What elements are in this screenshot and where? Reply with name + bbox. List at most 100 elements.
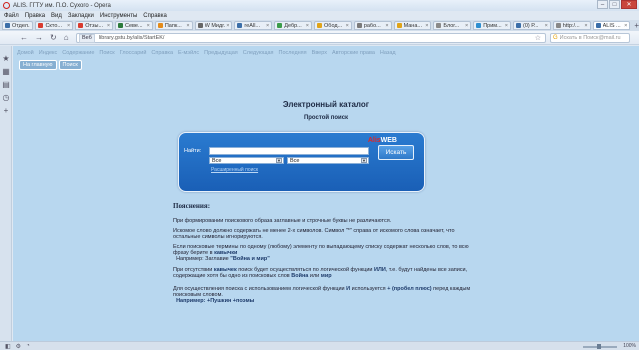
browser-tab[interactable]: Мана... × — [393, 21, 432, 30]
new-tab-icon[interactable]: + — [634, 21, 639, 30]
menu-tools[interactable]: Инструменты — [100, 13, 137, 19]
tab-close-icon[interactable]: × — [147, 23, 150, 29]
tab-label: Отзы... — [85, 22, 104, 29]
status-bar: ◧ ⚙ ◔ 100% — [0, 341, 639, 350]
menu-file[interactable]: Файл — [4, 13, 19, 19]
window-title: ALIS. ГГТУ им. П.О. Сухого - Opera — [13, 2, 111, 9]
address-field[interactable]: Веб library.gstu.by/alis/StartEK/ ☆ — [76, 33, 546, 43]
page-nav-link[interactable]: Домой — [17, 50, 34, 56]
url-text[interactable]: library.gstu.by/alis/StartEK/ — [99, 35, 165, 41]
bookmark-star-icon[interactable]: ☆ — [535, 34, 541, 42]
query-input[interactable] — [209, 147, 369, 155]
tab-close-icon[interactable]: × — [306, 23, 309, 29]
explain-text: или — [309, 273, 320, 279]
bookmarks-star-icon[interactable]: ★ — [0, 54, 12, 63]
chevron-down-icon[interactable]: ▼ — [276, 158, 282, 163]
settings-icon[interactable]: ⚙ — [16, 343, 21, 350]
page-nav-link[interactable]: Последняя — [279, 50, 307, 56]
widgets-icon[interactable]: ▦ — [0, 67, 12, 76]
page-nav-link[interactable]: Содержание — [62, 50, 94, 56]
tab-close-icon[interactable]: × — [266, 23, 269, 29]
site-badge[interactable]: Веб — [79, 33, 95, 43]
menu-help[interactable]: Справка — [143, 13, 167, 19]
tab-close-icon[interactable]: × — [107, 23, 110, 29]
browser-tab[interactable]: рабо... × — [353, 21, 392, 30]
close-button[interactable]: ✕ — [621, 0, 637, 9]
chevron-down-icon[interactable]: ▼ — [361, 158, 367, 163]
tab-label: (0) Р... — [523, 22, 539, 29]
zoom-level[interactable]: 100% — [623, 343, 636, 349]
tab-close-icon[interactable]: × — [465, 23, 468, 29]
browser-tab[interactable]: Севе... × — [115, 21, 153, 30]
notes-icon[interactable]: ▤ — [0, 80, 12, 89]
browser-tab[interactable]: Блог... × — [433, 21, 472, 30]
browser-tab-active[interactable]: ALIS ... × — [592, 21, 631, 30]
add-panel-icon[interactable]: + — [0, 106, 12, 115]
page-nav-link[interactable]: Авторские права — [332, 50, 375, 56]
search-field[interactable]: G Искать в Поиск@mail.ru — [550, 33, 630, 43]
tab-close-icon[interactable]: × — [385, 23, 388, 29]
browser-tab[interactable]: reAll... × — [234, 21, 273, 30]
page-nav-link[interactable]: Справка — [151, 50, 173, 56]
back-icon[interactable]: ← — [20, 33, 28, 42]
tab-close-icon[interactable]: × — [346, 23, 349, 29]
reload-icon[interactable]: ↻ — [50, 33, 57, 42]
browser-tab[interactable]: Дебр... × — [274, 21, 313, 30]
browser-tab[interactable]: Обод... × — [314, 21, 352, 30]
menu-edit[interactable]: Правка — [25, 13, 45, 19]
tab-close-icon[interactable]: × — [584, 23, 587, 29]
browser-tab[interactable]: Папк... × — [154, 21, 193, 30]
menu-view[interactable]: Вид — [51, 13, 62, 19]
page-nav-link[interactable]: Назад — [380, 50, 396, 56]
search-button[interactable]: Искать — [378, 145, 414, 160]
home-page-button[interactable]: На главную — [19, 60, 57, 70]
search-engine-icon[interactable]: G — [553, 35, 558, 41]
advanced-search-link[interactable]: Расширенный поиск — [211, 167, 258, 173]
opera-logo-icon[interactable] — [3, 2, 10, 9]
browser-tab[interactable]: W Мидг...× — [194, 21, 233, 30]
search-page-button[interactable]: Поиск — [58, 60, 82, 70]
tab-label: Дебр... — [284, 22, 302, 29]
menu-bookmarks[interactable]: Закладки — [68, 13, 94, 19]
browser-tab[interactable]: Отзы... × — [75, 21, 114, 30]
browser-tab[interactable]: Скто... × — [35, 21, 74, 30]
search-field-select[interactable]: Все ▼ — [209, 157, 284, 164]
tab-label: рабо... — [363, 22, 381, 29]
zoom-slider[interactable] — [583, 344, 617, 349]
sync-icon[interactable]: ◔ — [26, 343, 30, 349]
tab-close-icon[interactable]: × — [425, 23, 428, 29]
history-icon[interactable]: ◷ — [0, 93, 12, 102]
tab-close-icon[interactable]: × — [67, 23, 70, 29]
browser-tab[interactable]: (0) Р... × — [513, 21, 551, 30]
keyword: мир — [320, 273, 332, 279]
panel-toggle-icon[interactable]: ◧ — [5, 343, 11, 350]
tab-close-icon[interactable]: × — [226, 23, 229, 29]
tab-close-icon[interactable]: × — [545, 23, 548, 29]
page-nav-link[interactable]: Глоссарий — [120, 50, 147, 56]
home-icon[interactable]: ⌂ — [64, 33, 69, 42]
tab-label: Мана... — [403, 22, 422, 29]
forward-icon[interactable]: → — [35, 33, 43, 42]
tab-label: Прим... — [483, 22, 502, 29]
search-scope-select[interactable]: Все ▼ — [287, 157, 369, 164]
explanations-heading: Пояснения: — [173, 202, 211, 210]
keyword: + (пробел плюс) — [387, 286, 432, 292]
browser-tab[interactable]: Отдел... — [2, 21, 34, 30]
minimize-button[interactable]: – — [597, 0, 608, 9]
tab-close-icon[interactable]: × — [505, 23, 508, 29]
tab-favicon-icon — [476, 23, 482, 28]
page-nav-link[interactable]: Предыдущая — [204, 50, 238, 56]
tab-close-icon[interactable]: × — [624, 23, 627, 29]
tab-label: Папк... — [164, 22, 182, 29]
page-nav-link[interactable]: Вверх — [312, 50, 327, 56]
page-nav-link[interactable]: Следующая — [243, 50, 274, 56]
page-nav-link[interactable]: Е-мэйлс — [178, 50, 199, 56]
zoom-slider-handle[interactable] — [597, 344, 601, 349]
tab-close-icon[interactable]: × — [186, 23, 189, 29]
maximize-button[interactable]: □ — [609, 0, 620, 9]
browser-tab[interactable]: Прим... × — [473, 21, 511, 30]
page-nav-link[interactable]: Индекс — [39, 50, 57, 56]
page-nav-link[interactable]: Поиск — [99, 50, 114, 56]
tab-label: Отдел... — [12, 22, 30, 29]
browser-tab[interactable]: http:/... × — [552, 21, 591, 30]
